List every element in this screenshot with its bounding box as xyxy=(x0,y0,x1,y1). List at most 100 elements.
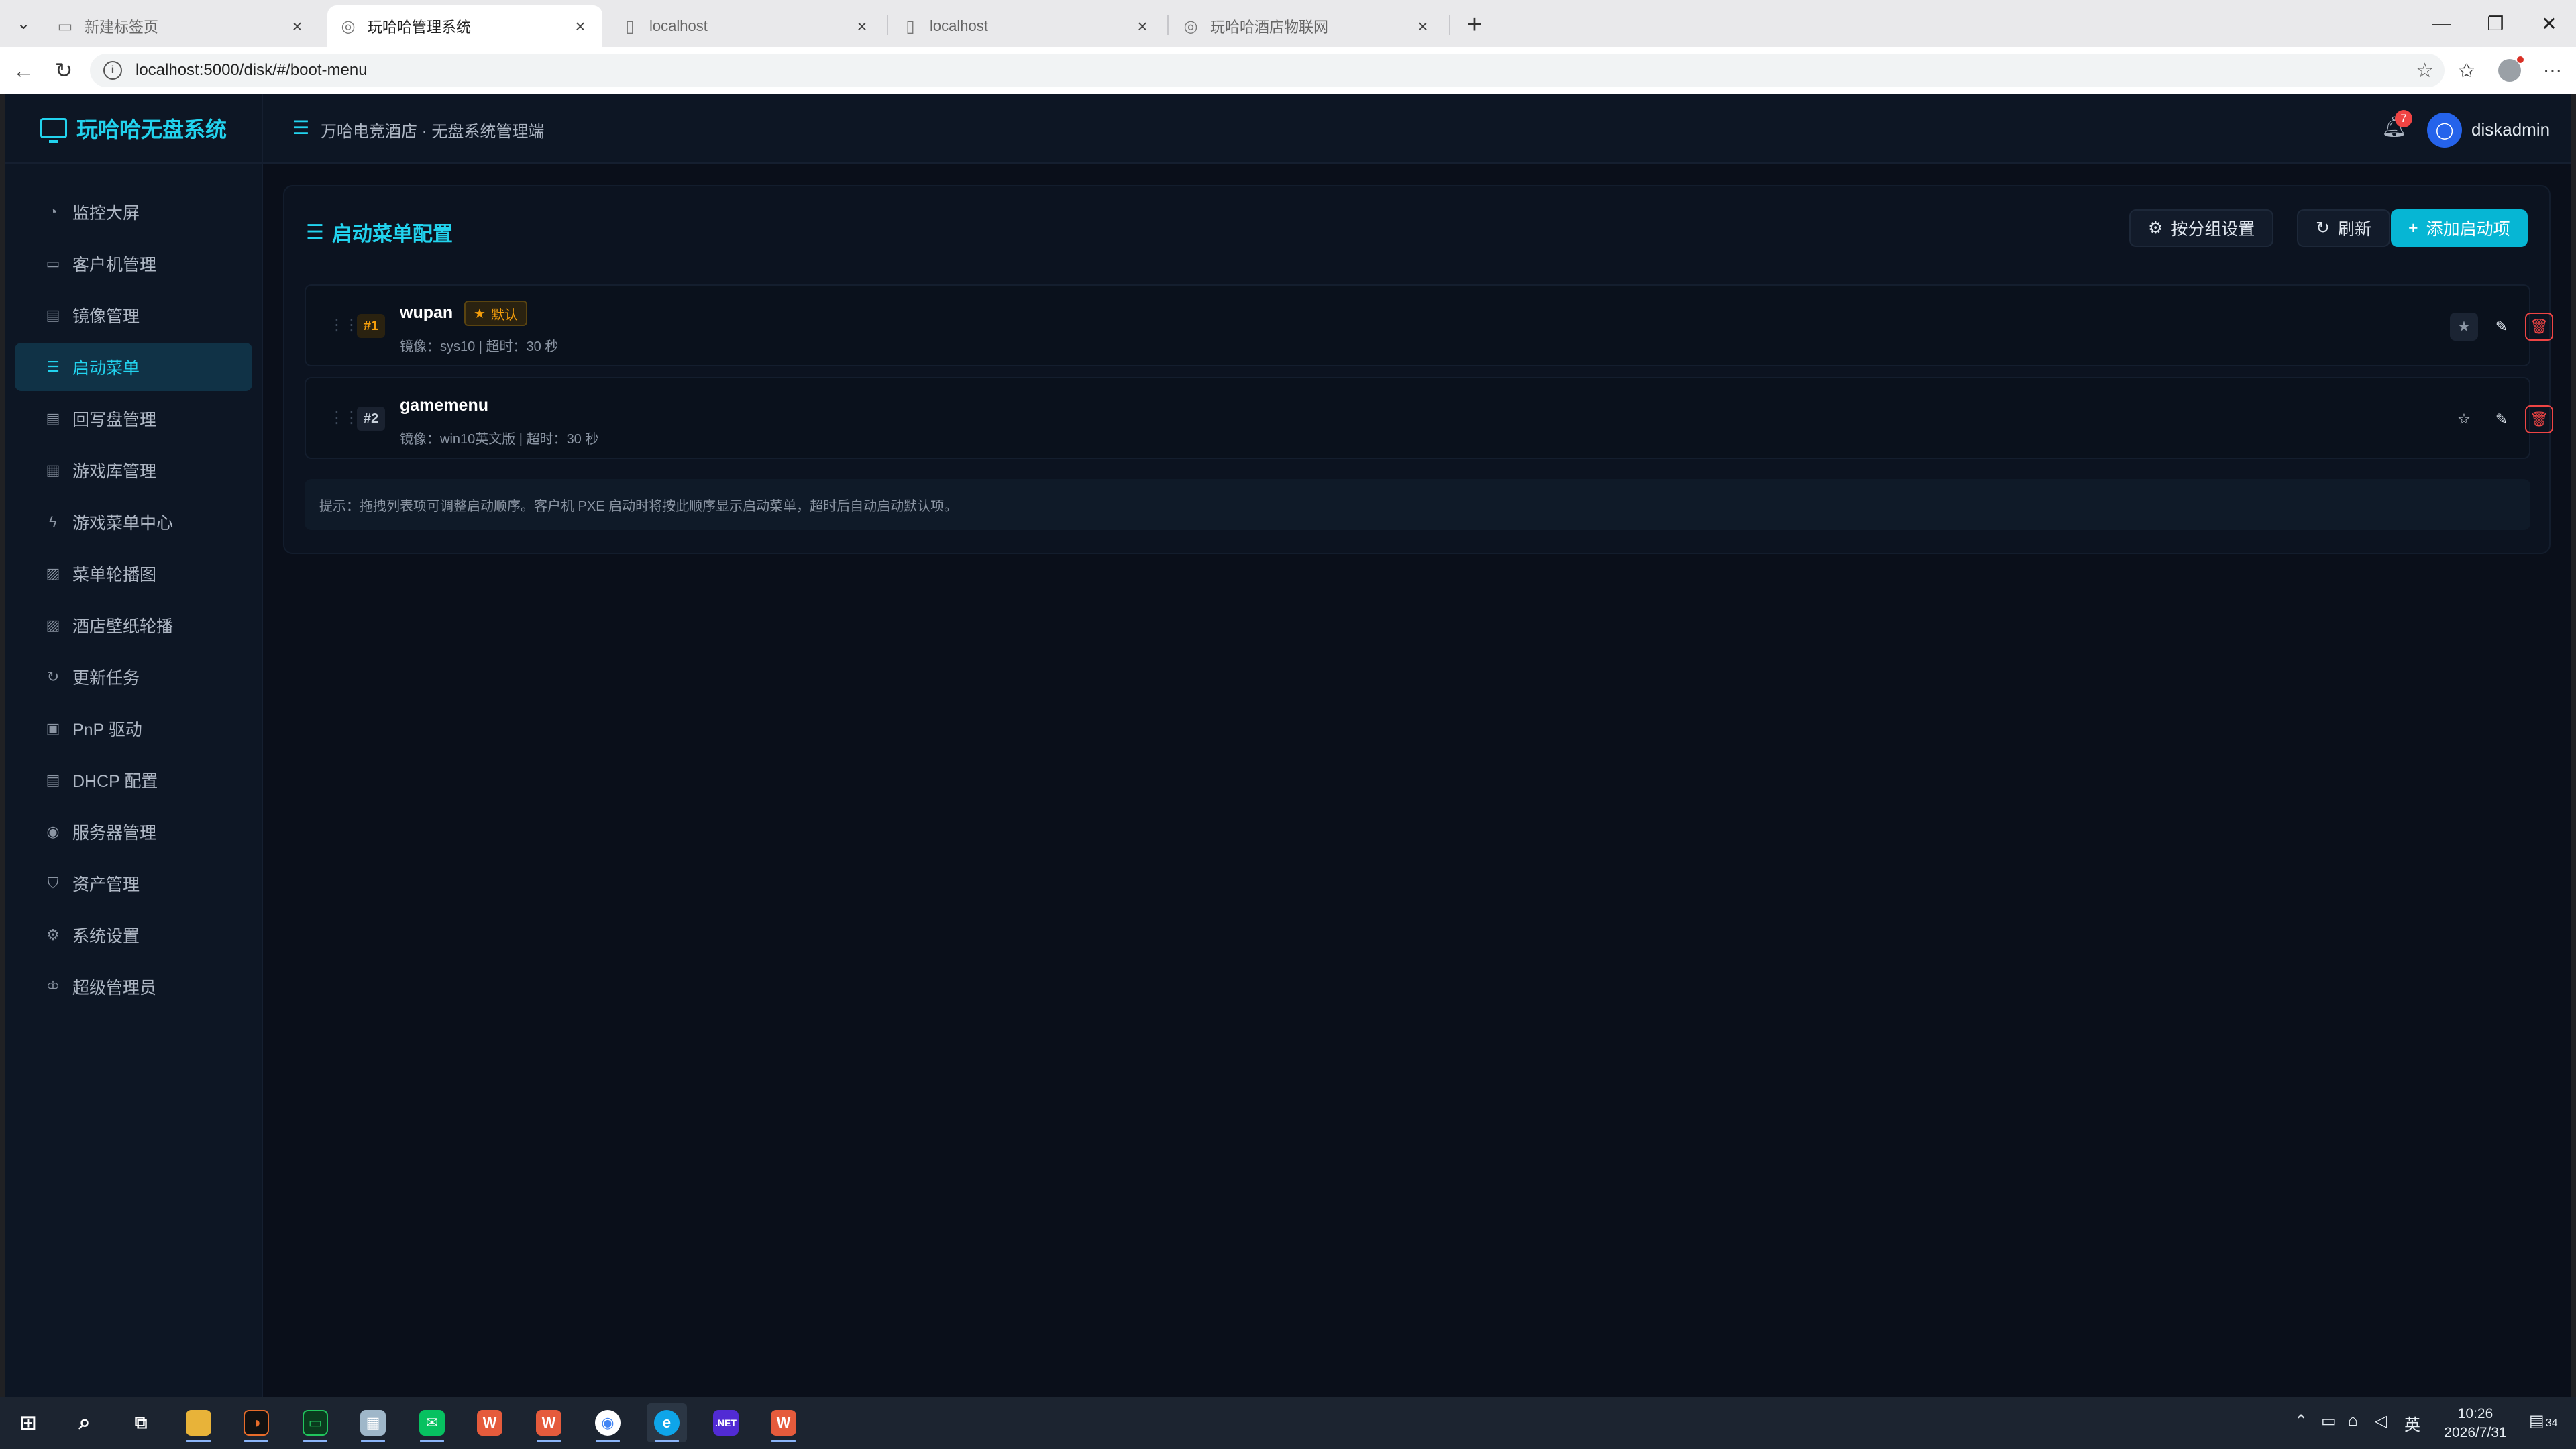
taskbar-wps-1[interactable]: W xyxy=(470,1403,510,1442)
tab-title: localhost xyxy=(649,17,708,34)
close-icon[interactable]: × xyxy=(852,16,872,36)
sidebar-item-images[interactable]: ▤ 镜像管理 xyxy=(15,291,252,339)
shield-icon: ⛉ xyxy=(47,875,59,892)
system-clock[interactable]: 10:26 2026/7/31 xyxy=(2428,1405,2522,1442)
sidebar-item-dhcp[interactable]: ▤ DHCP 配置 xyxy=(15,756,252,804)
browser-tab-iot[interactable]: ◎ 玩哈哈酒店物联网 × xyxy=(1170,5,1445,47)
brand[interactable]: 玩哈哈无盘系统 xyxy=(5,94,262,164)
sidebar-item-game-menu[interactable]: ϟ 游戏菜单中心 xyxy=(15,498,252,546)
sidebar-item-assets[interactable]: ⛉ 资产管理 xyxy=(15,859,252,908)
browser-tab-localhost-2[interactable]: ▯ localhost × xyxy=(890,5,1165,47)
taskbar-edge[interactable]: e xyxy=(647,1403,687,1442)
start-button[interactable]: ⊞ xyxy=(8,1403,48,1442)
browser-tab-admin[interactable]: ◎ 玩哈哈管理系统 × xyxy=(327,5,602,47)
back-button[interactable]: ← xyxy=(8,55,39,86)
taskbar-terminal[interactable]: ▭ xyxy=(295,1403,335,1442)
site-info-icon[interactable]: i xyxy=(103,61,122,80)
taskbar-wechat[interactable]: ✉ xyxy=(412,1403,452,1442)
bolt-icon: ϟ xyxy=(49,513,57,530)
taskbar-app-4[interactable]: ▦ xyxy=(353,1403,393,1442)
sidebar-item-wallpaper[interactable]: ▨ 酒店壁纸轮播 xyxy=(15,601,252,649)
globe-icon: ◎ xyxy=(341,17,356,36)
sidebar-item-pnp[interactable]: ▣ PnP 驱动 xyxy=(15,704,252,753)
sidebar-item-label: 酒店壁纸轮播 xyxy=(72,617,174,636)
sidebar-item-label: 菜单轮播图 xyxy=(72,566,157,584)
taskbar-chrome[interactable]: ◉ xyxy=(588,1403,628,1442)
favorites-icon[interactable]: ✩ xyxy=(2453,56,2481,85)
task-view-button[interactable]: ⧉ xyxy=(121,1403,161,1442)
add-boot-item-button[interactable]: + 添加启动项 xyxy=(2391,209,2528,247)
sidebar-item-label: 游戏库管理 xyxy=(72,462,157,481)
group-settings-button[interactable]: ⚙ 按分组设置 xyxy=(2129,209,2274,247)
close-icon[interactable]: × xyxy=(287,16,307,36)
sidebar-item-boot-menu[interactable]: ☰ 启动菜单 xyxy=(15,343,252,391)
sidebar-item-game-library[interactable]: ▦ 游戏库管理 xyxy=(15,446,252,494)
volume-icon[interactable]: ◁ xyxy=(2375,1411,2387,1431)
network-icon[interactable]: ⌂ xyxy=(2348,1411,2358,1430)
sidebar-item-settings[interactable]: ⚙ 系统设置 xyxy=(15,911,252,959)
notification-bell-icon[interactable]: 🔔︎ 7 xyxy=(2381,110,2412,140)
browser-tab-new[interactable]: ▭ 新建标签页 × xyxy=(44,5,319,47)
sidebar-item-super-admin[interactable]: ♔ 超级管理员 xyxy=(15,963,252,1011)
sidebar-item-clients[interactable]: ▭ 客户机管理 xyxy=(15,239,252,288)
tab-list-dropdown[interactable]: ⌄ xyxy=(8,8,39,39)
reload-button[interactable]: ↻ xyxy=(48,55,79,86)
tip-text: 提示：拖拽列表项可调整启动顺序。客户机 PXE 启动时将按此顺序显示启动菜单，超… xyxy=(305,479,2530,530)
refresh-button[interactable]: ↻ 刷新 xyxy=(2297,209,2390,247)
taskbar-dotnet[interactable]: .NET xyxy=(706,1403,746,1442)
top-header: ☰ 万哈电竞酒店 · 无盘系统管理端 🔔︎ 7 ◯ diskadmin xyxy=(263,94,2571,164)
restore-button[interactable]: ❐ xyxy=(2469,0,2522,47)
search-button[interactable]: ⌕ xyxy=(64,1403,105,1442)
user-avatar[interactable]: ◯ xyxy=(2427,113,2462,148)
taskbar-wps-3[interactable]: W xyxy=(763,1403,804,1442)
delete-icon[interactable]: 🗑︎ xyxy=(2525,313,2553,341)
minimize-button[interactable]: — xyxy=(2415,0,2469,47)
page-title-text: 启动菜单配置 xyxy=(331,223,453,246)
close-icon[interactable]: × xyxy=(570,16,590,36)
tab-separator xyxy=(887,15,888,35)
collapse-sidebar-icon[interactable]: ☰ xyxy=(292,117,309,139)
sidebar-item-servers[interactable]: ◉ 服务器管理 xyxy=(15,808,252,856)
drag-handle-icon[interactable]: ⋮⋮ xyxy=(329,408,360,427)
tab-title: 玩哈哈管理系统 xyxy=(368,19,472,36)
sidebar-item-dashboard[interactable]: ◔ 监控大屏 xyxy=(15,188,252,236)
ime-indicator[interactable]: 英 xyxy=(2404,1411,2420,1435)
server-icon: ▤ xyxy=(46,771,60,788)
sidebar-item-writeback[interactable]: ▤ 回写盘管理 xyxy=(15,394,252,443)
close-icon[interactable]: × xyxy=(1413,16,1433,36)
page-icon: ▯ xyxy=(625,17,635,36)
drag-handle-icon[interactable]: ⋮⋮ xyxy=(329,315,360,335)
address-bar[interactable]: i localhost:5000/disk/#/boot-menu ☆ xyxy=(90,54,2445,87)
display-icon[interactable]: ▭ xyxy=(2321,1411,2337,1431)
sidebar-item-updates[interactable]: ↻ 更新任务 xyxy=(15,653,252,701)
delete-icon[interactable]: 🗑︎ xyxy=(2525,405,2553,433)
edit-icon[interactable]: ✎ xyxy=(2487,405,2516,433)
username[interactable]: diskadmin xyxy=(2471,119,2550,140)
running-indicator xyxy=(596,1440,620,1442)
browser-tab-localhost-1[interactable]: ▯ localhost × xyxy=(609,5,884,47)
url-text[interactable]: localhost:5000/disk/#/boot-menu xyxy=(136,61,2416,80)
running-indicator xyxy=(186,1440,211,1442)
folder-icon xyxy=(186,1410,211,1436)
boot-item[interactable]: ⋮⋮ #1 wupan ★ 默认 镜像：sys10 | 超时：30 秒 ★ ✎ … xyxy=(305,284,2553,366)
taskbar-wps-2[interactable]: W xyxy=(529,1403,569,1442)
favorite-star-icon[interactable]: ☆ xyxy=(2416,59,2434,83)
edit-icon[interactable]: ✎ xyxy=(2487,313,2516,341)
more-menu-icon[interactable]: ⋯ xyxy=(2538,56,2567,85)
action-center-icon[interactable]: ▤ 34 xyxy=(2529,1411,2557,1431)
chevron-up-icon[interactable]: ⌃ xyxy=(2294,1411,2308,1431)
set-default-star-icon[interactable]: ★ xyxy=(2450,313,2478,341)
close-window-button[interactable]: ✕ xyxy=(2522,0,2576,47)
taskbar-file-explorer[interactable] xyxy=(178,1403,219,1442)
new-tab-button[interactable]: + xyxy=(1458,9,1491,40)
set-default-star-icon[interactable]: ☆ xyxy=(2450,405,2478,433)
taskbar-app-2[interactable]: ◑ xyxy=(236,1403,276,1442)
boot-item[interactable]: ⋮⋮ #2 gamemenu 镜像：win10英文版 | 超时：30 秒 ☆ ✎… xyxy=(305,377,2553,459)
running-indicator xyxy=(303,1440,327,1442)
sidebar-item-label: 资产管理 xyxy=(72,875,140,894)
sidebar-item-label: 系统设置 xyxy=(72,927,140,946)
sidebar-item-label: 服务器管理 xyxy=(72,824,157,843)
sidebar-item-menu-carousel[interactable]: ▨ 菜单轮播图 xyxy=(15,549,252,598)
profile-button[interactable] xyxy=(2496,56,2524,85)
close-icon[interactable]: × xyxy=(1132,16,1152,36)
